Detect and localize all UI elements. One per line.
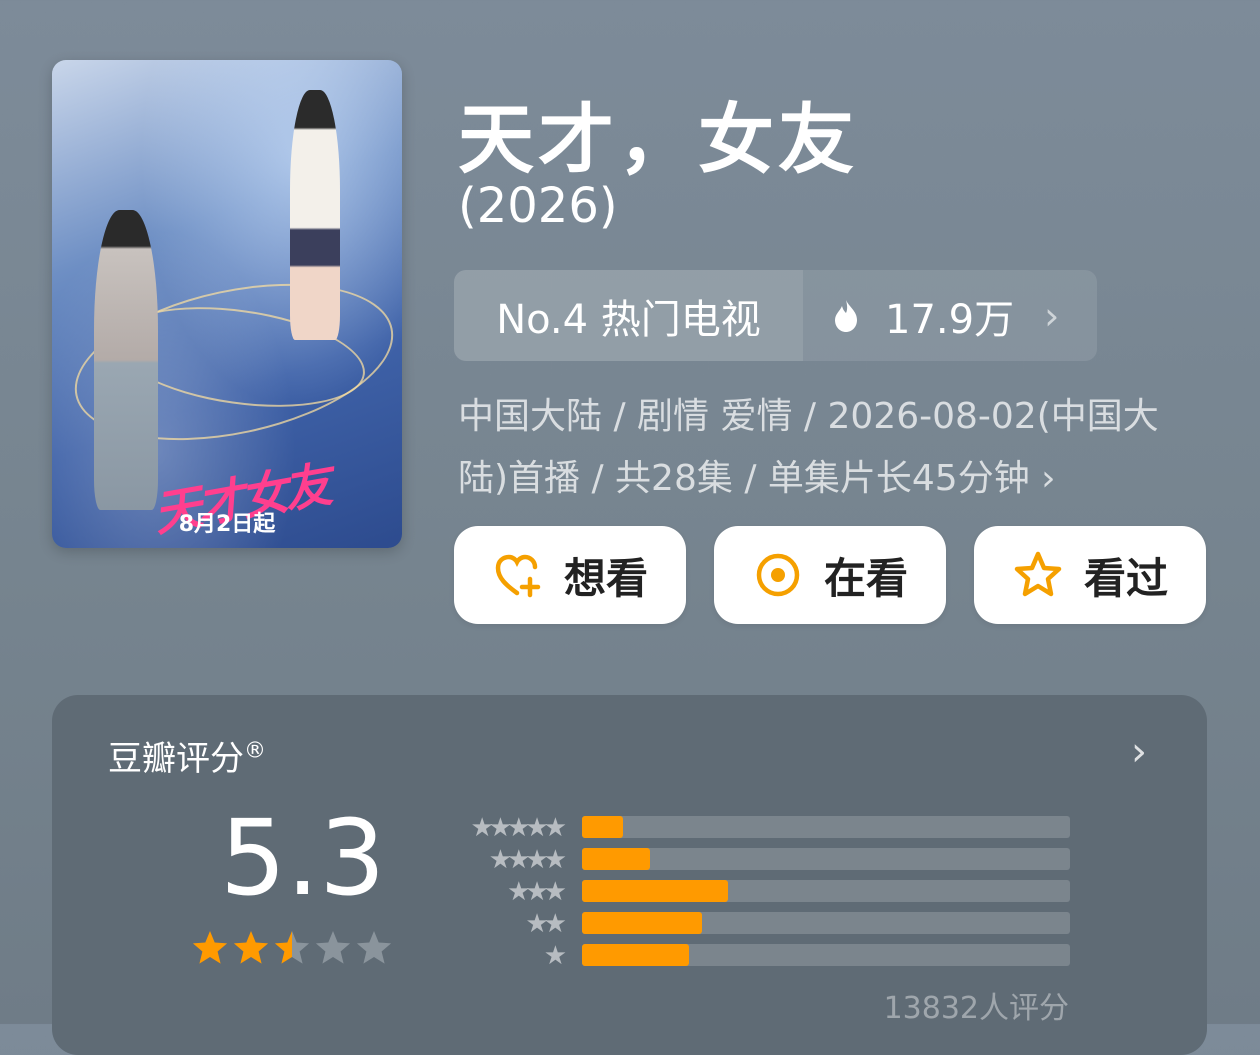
watching-label: 在看 (823, 553, 908, 603)
rating-score: 5.3 (220, 797, 386, 919)
heat-value: 17.9万 (885, 296, 1015, 343)
poster-image[interactable]: 天才女友 8月2日起 (52, 60, 402, 548)
rating-bar-row: ★★★★ (440, 845, 1072, 877)
meta-line-1: 中国大陆 / 剧情 爱情 / 2026-08-02(中国大 (458, 396, 1159, 437)
rating-bar-track (582, 848, 1070, 870)
rating-bar-track (582, 816, 1070, 838)
rating-count: 13832人评分 (883, 991, 1069, 1026)
rating-bar-stars: ★★★★★ (470, 813, 567, 843)
show-meta-info[interactable]: 中国大陆 / 剧情 爱情 / 2026-08-02(中国大 陆)首播 / 共28… (458, 386, 1218, 510)
rating-stars (190, 929, 396, 969)
star-outline-icon (1012, 549, 1064, 601)
rating-bar-row: ★★ (440, 909, 1072, 941)
release-year: (2026) (458, 178, 618, 234)
star-icon (315, 931, 351, 964)
rating-bar-stars: ★ (543, 941, 567, 971)
rating-bar-track (582, 880, 1070, 902)
chevron-right-icon[interactable]: › (1131, 729, 1147, 775)
star-icon (274, 931, 310, 964)
rating-bar-stars: ★★ (525, 909, 567, 939)
rating-bar-row: ★★★ (440, 877, 1072, 909)
page-title: 天才，女友 (458, 95, 858, 184)
rank-label: No.4 热门电视 (454, 270, 803, 361)
rating-bar-stars: ★★★★ (488, 845, 567, 875)
star-icon (233, 931, 269, 964)
star-rating-icon (192, 931, 392, 964)
rating-distribution: ★★★★★ ★★★★ ★★★ ★★ ★ (440, 813, 1072, 973)
rating-card[interactable]: 豆瓣评分® › 5.3 ★★★★★ ★★★★ ★★★ ★★ ★ 13832人评分 (52, 695, 1207, 1055)
watching-button[interactable]: 在看 (714, 526, 946, 624)
star-icon (192, 931, 228, 964)
rating-title-text: 豆瓣评分 (108, 739, 244, 779)
rating-bar-track (582, 912, 1070, 934)
heat-indicator[interactable]: 17.9万 › (803, 270, 1097, 361)
watched-label: 看过 (1083, 553, 1168, 603)
poster-figure-female (290, 90, 340, 340)
heart-plus-icon (492, 549, 544, 601)
flame-icon (835, 299, 857, 332)
rating-bar-stars: ★★★ (507, 877, 567, 907)
rating-bar-fill (582, 848, 651, 870)
rating-title: 豆瓣评分® (108, 731, 266, 780)
rating-bar-fill (582, 912, 702, 934)
star-icon (356, 931, 392, 964)
rating-bar-fill (582, 816, 623, 838)
meta-line-2: 陆)首播 / 共28集 / 单集片长45分钟 › (458, 458, 1056, 499)
rating-bar-row: ★★★★★ (440, 813, 1072, 845)
want-to-watch-label: 想看 (563, 553, 648, 603)
rating-bar-fill (582, 880, 729, 902)
rating-bar-fill (582, 944, 690, 966)
chevron-right-icon: › (1044, 293, 1060, 338)
poster-release-caption: 8月2日起 (178, 512, 276, 537)
rating-bar-row: ★ (440, 941, 1072, 973)
rating-bar-track (582, 944, 1070, 966)
want-to-watch-button[interactable]: 想看 (454, 526, 686, 624)
registered-mark: ® (244, 738, 266, 764)
watched-button[interactable]: 看过 (974, 526, 1206, 624)
target-icon (752, 549, 804, 601)
rank-box[interactable]: No.4 热门电视 17.9万 › (454, 270, 1097, 361)
poster-figure-male (94, 210, 158, 510)
